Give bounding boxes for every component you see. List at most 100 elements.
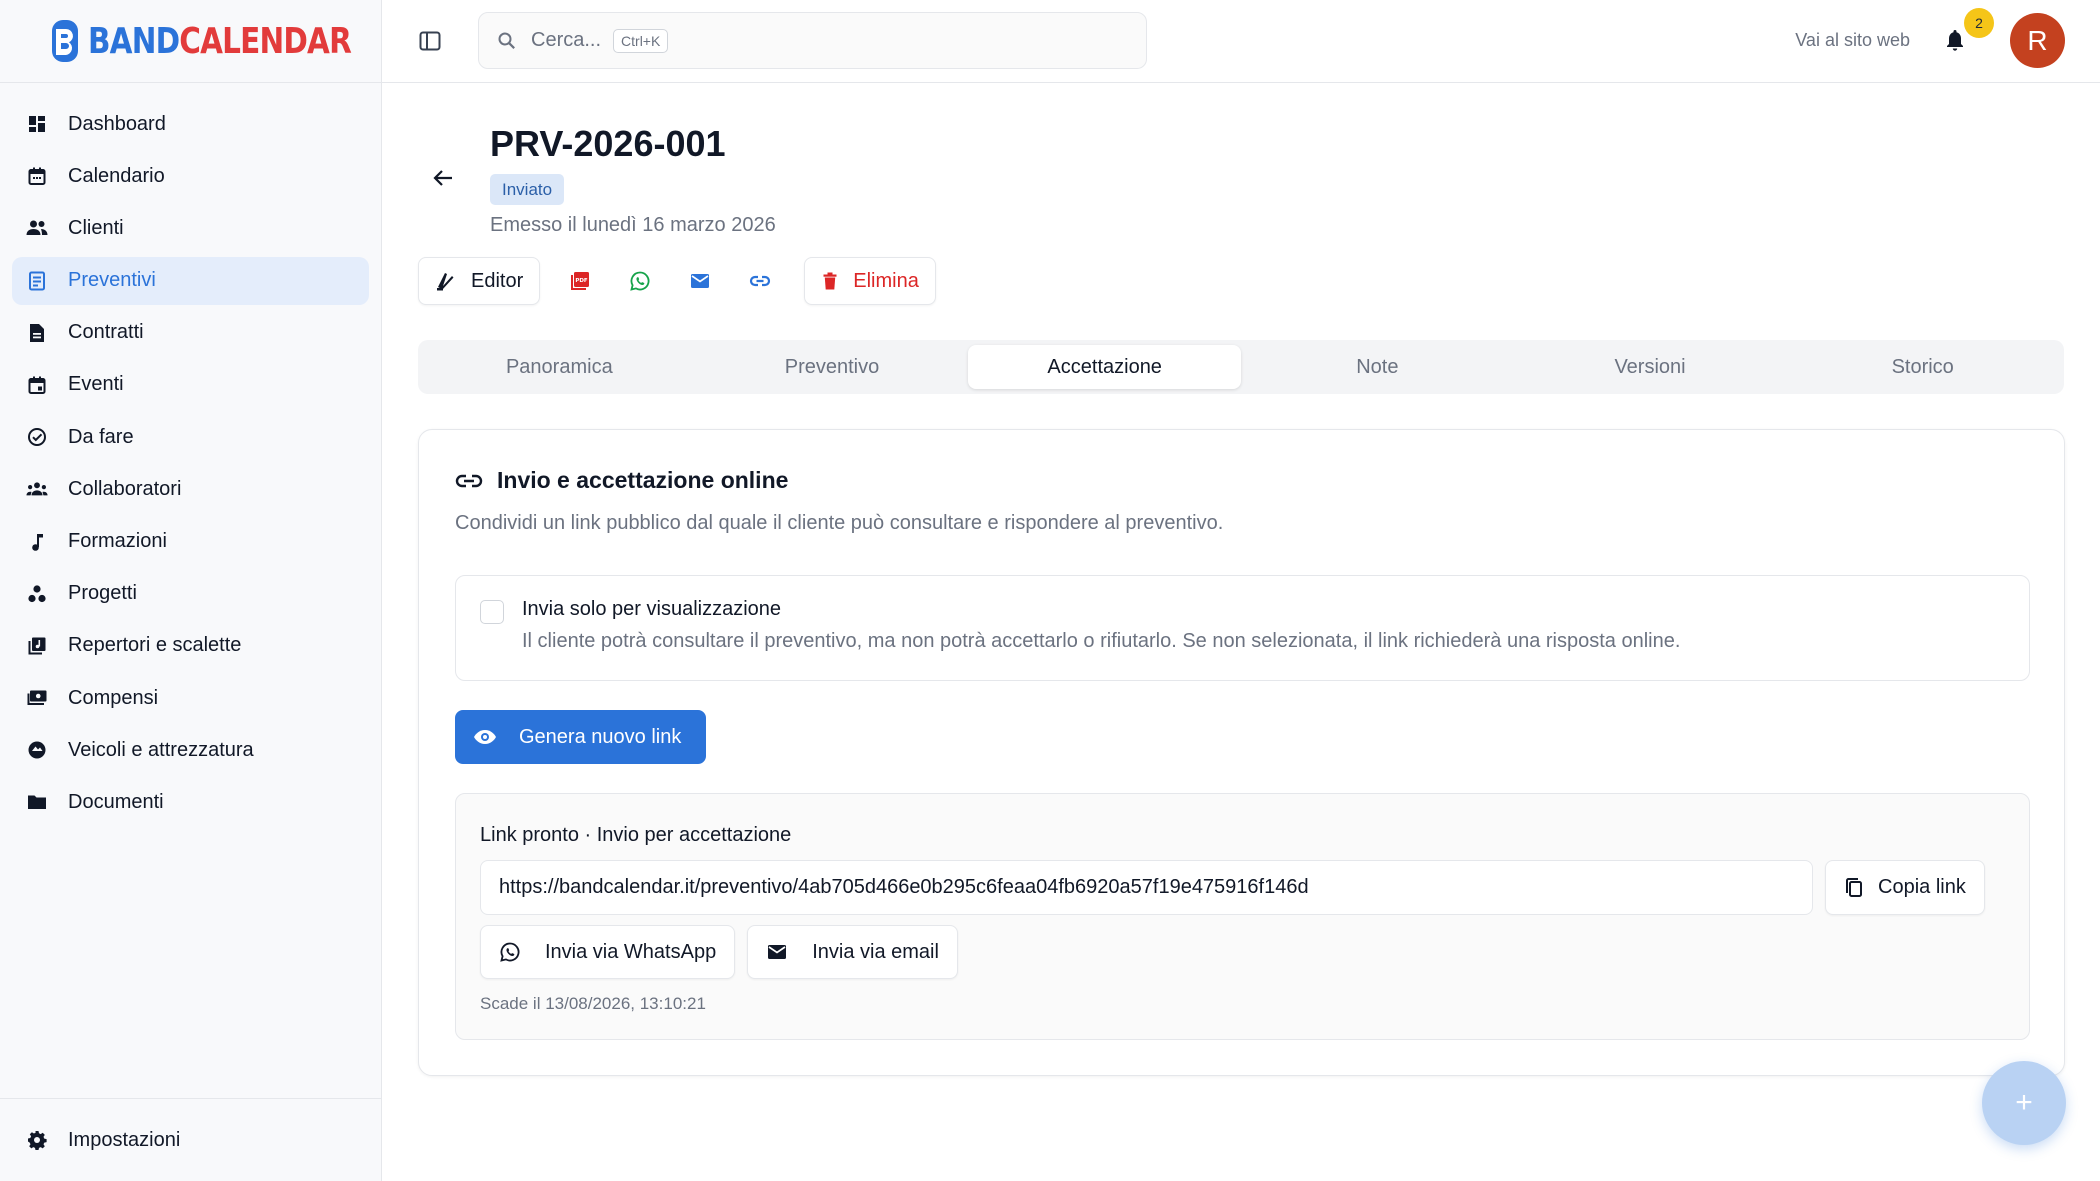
sidebar-item-label: Eventi	[68, 373, 124, 396]
eye-icon	[473, 728, 497, 746]
notification-count-badge: 2	[1964, 8, 1994, 38]
music-note-icon	[26, 531, 48, 553]
copy-link-icon[interactable]	[730, 257, 790, 305]
sidebar-item-formazioni[interactable]: Formazioni	[12, 518, 369, 566]
sidebar-item-da-fare[interactable]: Da fare	[12, 413, 369, 461]
tab-storico[interactable]: Storico	[1786, 345, 2059, 389]
search-icon	[497, 31, 517, 51]
add-fab-button[interactable]: +	[1982, 1061, 2066, 1145]
tab-panoramica[interactable]: Panoramica	[423, 345, 696, 389]
sidebar: BANDCALENDAR Dashboard Calendario Client…	[0, 0, 382, 1181]
tab-note[interactable]: Note	[1241, 345, 1514, 389]
back-arrow-icon[interactable]	[432, 167, 456, 191]
page-title: PRV-2026-001	[490, 123, 726, 164]
sidebar-item-eventi[interactable]: Eventi	[12, 361, 369, 409]
link-icon	[455, 470, 483, 492]
sidebar-item-dashboard[interactable]: Dashboard	[12, 100, 369, 148]
file-icon	[26, 322, 48, 344]
generate-link-button[interactable]: Genera nuovo link	[455, 710, 706, 764]
sidebar-item-label: Collaboratori	[68, 477, 182, 500]
sidebar-item-label: Progetti	[68, 582, 137, 605]
send-whatsapp-label: Invia via WhatsApp	[545, 940, 717, 963]
send-whatsapp-button[interactable]: Invia via WhatsApp	[480, 925, 736, 979]
app-logo[interactable]: BANDCALENDAR	[0, 0, 381, 83]
sidebar-item-compensi[interactable]: Compensi	[12, 674, 369, 722]
sidebar-footer: Impostazioni	[0, 1098, 381, 1181]
issued-date: Emesso il lunedì 16 marzo 2026	[490, 214, 776, 236]
event-icon	[26, 374, 48, 396]
tab-preventivo[interactable]: Preventivo	[696, 345, 969, 389]
svg-text:PDF: PDF	[576, 278, 589, 284]
vehicle-icon	[26, 739, 48, 761]
editor-icon	[435, 270, 457, 292]
card-subtitle: Condividi un link pubblico dal quale il …	[455, 512, 1224, 534]
view-only-option: Invia solo per visualizzazione Il client…	[455, 575, 2030, 681]
sidebar-item-label: Dashboard	[68, 112, 166, 135]
action-toolbar: Editor PDF Elimina	[418, 257, 936, 305]
sidebar-toggle-icon[interactable]	[418, 29, 444, 55]
sidebar-item-contratti[interactable]: Contratti	[12, 309, 369, 357]
sidebar-item-collaboratori[interactable]: Collaboratori	[12, 465, 369, 513]
main-content: PRV-2026-001 Inviato Emesso il lunedì 16…	[382, 83, 2100, 1181]
sidebar-item-label: Impostazioni	[68, 1128, 181, 1151]
online-acceptance-card: Invio e accettazione online Condividi un…	[418, 429, 2065, 1076]
sidebar-item-veicoli[interactable]: Veicoli e attrezzatura	[12, 726, 369, 774]
sidebar-item-label: Calendario	[68, 164, 165, 187]
calendar-icon	[26, 165, 48, 187]
trash-icon	[821, 271, 839, 291]
user-avatar[interactable]: R	[2010, 13, 2065, 68]
send-email-button[interactable]: Invia via email	[747, 925, 958, 979]
logo-text-calendar: CALENDAR	[179, 20, 352, 62]
view-only-label: Invia solo per visualizzazione	[522, 598, 782, 620]
visit-website-link[interactable]: Vai al sito web	[1795, 30, 1910, 51]
sidebar-nav: Dashboard Calendario Clienti Preventivi …	[0, 83, 381, 826]
sidebar-item-documenti[interactable]: Documenti	[12, 778, 369, 826]
library-music-icon	[26, 635, 48, 657]
editor-button[interactable]: Editor	[418, 257, 541, 305]
view-only-checkbox[interactable]	[480, 600, 504, 624]
gear-icon	[26, 1129, 48, 1151]
people-icon	[26, 217, 48, 239]
sidebar-item-progetti[interactable]: Progetti	[12, 570, 369, 618]
pdf-download-icon[interactable]: PDF	[550, 257, 610, 305]
sidebar-item-preventivi[interactable]: Preventivi	[12, 256, 369, 305]
email-share-icon[interactable]	[670, 257, 730, 305]
tab-bar: Panoramica Preventivo Accettazione Note …	[418, 340, 2064, 394]
status-badge: Inviato	[490, 174, 565, 205]
link-ready-panel: Link pronto · Invio per accettazione Cop…	[455, 793, 2030, 1040]
logo-mark-icon	[52, 20, 78, 62]
group-icon	[26, 478, 48, 500]
sidebar-item-label: Repertori e scalette	[68, 634, 242, 657]
dashboard-icon	[26, 113, 48, 135]
payments-icon	[26, 687, 48, 709]
mail-icon	[766, 942, 788, 962]
view-only-description: Il cliente potrà consultare il preventiv…	[522, 630, 1681, 652]
whatsapp-share-icon[interactable]	[610, 257, 670, 305]
sidebar-item-label: Documenti	[68, 790, 164, 813]
sidebar-item-impostazioni[interactable]: Impostazioni	[12, 1116, 369, 1164]
public-link-field[interactable]	[480, 860, 1813, 915]
sidebar-item-clienti[interactable]: Clienti	[12, 204, 369, 252]
link-expiry-text: Scade il 13/08/2026, 13:10:21	[480, 994, 706, 1013]
sidebar-item-label: Veicoli e attrezzatura	[68, 738, 254, 761]
document-list-icon	[26, 270, 48, 292]
card-title: Invio e accettazione online	[455, 467, 788, 494]
sidebar-item-calendario[interactable]: Calendario	[12, 152, 369, 200]
tab-versioni[interactable]: Versioni	[1514, 345, 1787, 389]
editor-button-label: Editor	[471, 269, 524, 292]
sidebar-item-label: Contratti	[68, 321, 144, 344]
copy-link-button[interactable]: Copia link	[1825, 860, 1985, 915]
search-shortcut-hint: Ctrl+K	[613, 28, 669, 53]
search-input[interactable]: Cerca... Ctrl+K	[478, 12, 1147, 69]
folder-icon	[26, 791, 48, 813]
delete-button[interactable]: Elimina	[804, 257, 936, 305]
sidebar-item-label: Clienti	[68, 216, 124, 239]
check-circle-icon	[26, 426, 48, 448]
sidebar-item-repertori[interactable]: Repertori e scalette	[12, 622, 369, 670]
tab-accettazione[interactable]: Accettazione	[968, 345, 1242, 389]
sidebar-item-label: Formazioni	[68, 530, 167, 552]
share-buttons: Invia via WhatsApp Invia via email	[480, 925, 958, 979]
delete-button-label: Elimina	[853, 269, 919, 292]
send-email-label: Invia via email	[812, 940, 939, 963]
card-title-text: Invio e accettazione online	[497, 467, 789, 493]
